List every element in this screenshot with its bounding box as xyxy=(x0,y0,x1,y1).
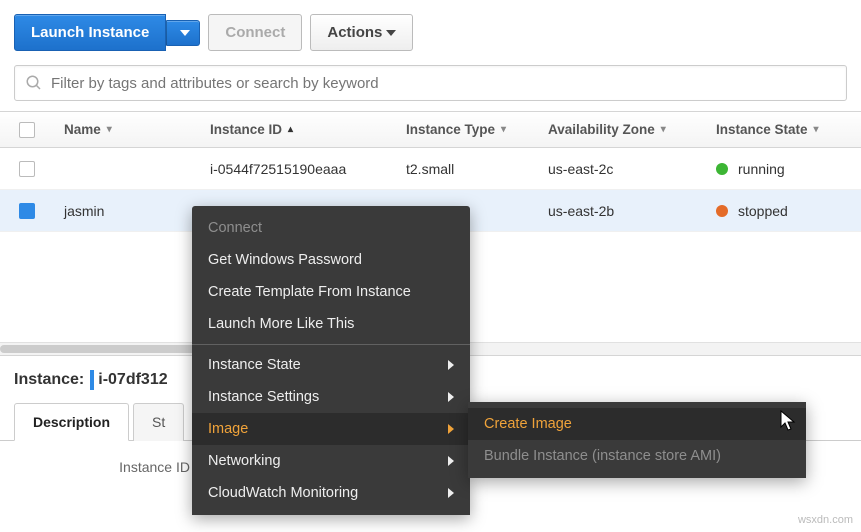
detail-instance-id: i-07df312 xyxy=(98,371,167,389)
selection-indicator xyxy=(90,370,94,390)
select-all-checkbox[interactable] xyxy=(19,122,35,138)
ctx-instance-state[interactable]: Instance State xyxy=(192,349,470,381)
chevron-right-icon xyxy=(448,392,454,402)
ctx-get-windows-password[interactable]: Get Windows Password xyxy=(192,244,470,276)
status-dot-stopped xyxy=(716,205,728,217)
context-menu-separator xyxy=(192,344,470,345)
cell-name: jasmin xyxy=(54,203,200,219)
chevron-down-icon xyxy=(180,30,190,36)
detail-key: Instance ID xyxy=(14,459,214,475)
status-dot-running xyxy=(716,163,728,175)
ctx-launch-more[interactable]: Launch More Like This xyxy=(192,308,470,340)
actions-button[interactable]: Actions xyxy=(310,14,413,51)
detail-label: Instance: xyxy=(14,371,84,389)
chevron-down-icon xyxy=(386,30,396,36)
scrollbar-thumb[interactable] xyxy=(0,345,210,353)
image-submenu: Create Image Bundle Instance (instance s… xyxy=(468,402,806,478)
toolbar: Launch Instance Connect Actions xyxy=(0,0,861,65)
ctx-instance-settings[interactable]: Instance Settings xyxy=(192,381,470,413)
cell-state: stopped xyxy=(706,203,856,219)
connect-button: Connect xyxy=(208,14,302,51)
context-menu: Connect Get Windows Password Create Temp… xyxy=(192,206,470,515)
row-checkbox[interactable] xyxy=(19,203,35,219)
col-instance-id[interactable]: Instance ID▴ xyxy=(200,122,396,137)
cell-az: us-east-2c xyxy=(538,161,706,177)
cell-instance-type: t2.small xyxy=(396,161,538,177)
ctx-networking[interactable]: Networking xyxy=(192,445,470,477)
chevron-right-icon xyxy=(448,424,454,434)
watermark: wsxdn.com xyxy=(798,514,853,526)
sub-bundle-instance: Bundle Instance (instance store AMI) xyxy=(468,440,806,472)
chevron-right-icon xyxy=(448,456,454,466)
col-name[interactable]: Name▾ xyxy=(54,122,200,137)
ctx-image[interactable]: Image xyxy=(192,413,470,445)
col-instance-type[interactable]: Instance Type▾ xyxy=(396,122,538,137)
launch-instance-button[interactable]: Launch Instance xyxy=(14,14,166,51)
search-bar xyxy=(0,65,861,111)
tab-description[interactable]: Description xyxy=(14,403,129,441)
ctx-cloudwatch[interactable]: CloudWatch Monitoring xyxy=(192,477,470,509)
cell-az: us-east-2b xyxy=(538,203,706,219)
table-header: Name▾ Instance ID▴ Instance Type▾ Availa… xyxy=(0,112,861,148)
col-availability-zone[interactable]: Availability Zone▾ xyxy=(538,122,706,137)
table-row[interactable]: i-0544f72515190eaaa t2.small us-east-2c … xyxy=(0,148,861,190)
col-instance-state[interactable]: Instance State▾ xyxy=(706,122,856,137)
mouse-cursor-icon xyxy=(780,410,800,434)
tab-status[interactable]: St xyxy=(133,403,184,441)
chevron-right-icon xyxy=(448,488,454,498)
ctx-connect: Connect xyxy=(192,212,470,244)
chevron-right-icon xyxy=(448,360,454,370)
search-input[interactable] xyxy=(51,75,836,92)
cell-instance-id: i-0544f72515190eaaa xyxy=(200,161,396,177)
search-icon xyxy=(25,74,43,92)
row-checkbox[interactable] xyxy=(19,161,35,177)
launch-instance-dropdown[interactable] xyxy=(166,20,200,46)
sub-create-image[interactable]: Create Image xyxy=(468,408,806,440)
cell-state: running xyxy=(706,161,856,177)
ctx-create-template[interactable]: Create Template From Instance xyxy=(192,276,470,308)
